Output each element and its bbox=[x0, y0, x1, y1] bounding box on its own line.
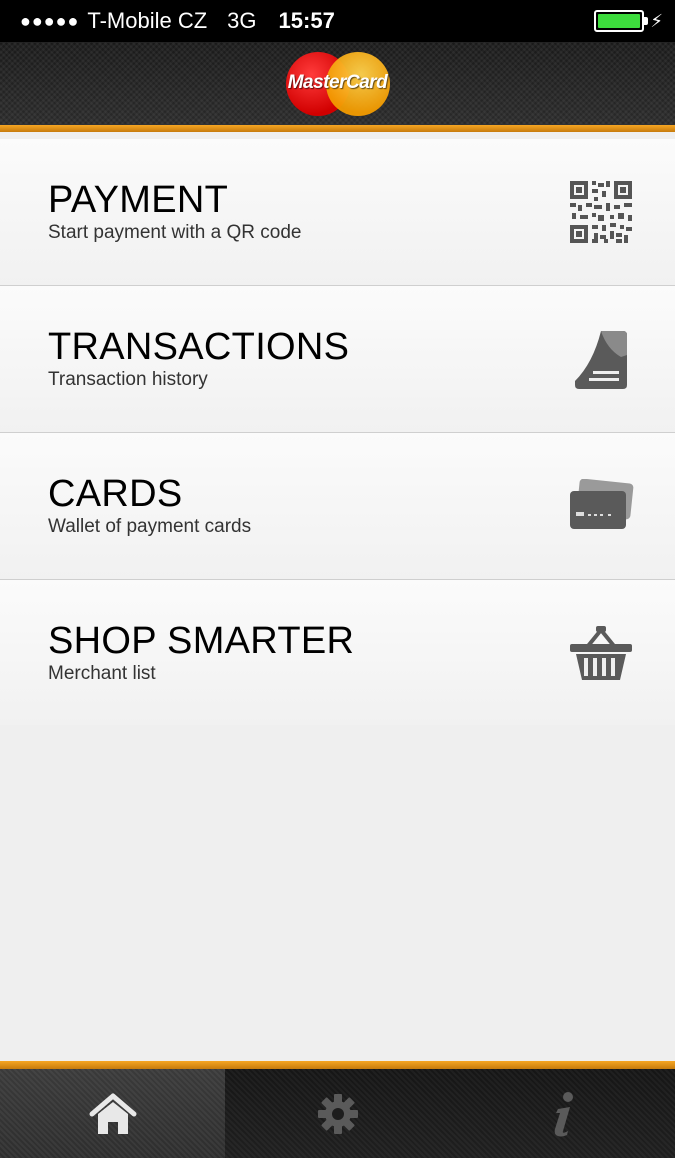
qr-code-icon bbox=[567, 178, 635, 246]
menu-item-payment[interactable]: PAYMENT Start payment with a QR code bbox=[0, 139, 675, 286]
tabbar-accent-bar bbox=[0, 1061, 675, 1069]
battery-full-icon bbox=[594, 10, 649, 32]
menu-item-transactions[interactable]: TRANSACTIONS Transaction history bbox=[0, 286, 675, 433]
menu-item-shop-smarter[interactable]: SHOP SMARTER Merchant list bbox=[0, 580, 675, 725]
battery-indicator: ⚡ bbox=[594, 10, 663, 32]
signal-strength-icon: ●●●●● bbox=[20, 10, 80, 31]
receipt-icon bbox=[567, 325, 635, 393]
header-accent-bar bbox=[0, 125, 675, 132]
app-header: MasterCard bbox=[0, 42, 675, 132]
status-left: ●●●●● T-Mobile CZ 3G 15:57 bbox=[20, 8, 335, 34]
network-type: 3G bbox=[227, 8, 257, 33]
gear-icon bbox=[317, 1093, 358, 1134]
logo-text: MasterCard bbox=[287, 72, 388, 93]
status-time: 15:57 bbox=[278, 8, 335, 33]
menu-item-cards[interactable]: CARDS Wallet of payment cards bbox=[0, 433, 675, 580]
main-menu: PAYMENT Start payment with a QR code TRA… bbox=[0, 139, 675, 725]
info-icon bbox=[554, 1091, 573, 1136]
status-bar: ●●●●● T-Mobile CZ 3G 15:57 ⚡ bbox=[0, 0, 675, 42]
mastercard-logo: MasterCard bbox=[285, 52, 390, 116]
cards-icon bbox=[567, 472, 635, 540]
carrier-name: T-Mobile CZ bbox=[87, 8, 208, 33]
basket-icon bbox=[567, 619, 635, 687]
tab-bar bbox=[0, 1069, 675, 1158]
tab-home[interactable] bbox=[0, 1069, 225, 1158]
charging-bolt-icon: ⚡ bbox=[650, 10, 663, 31]
home-icon bbox=[89, 1093, 136, 1134]
tab-info[interactable] bbox=[450, 1069, 675, 1158]
tab-settings[interactable] bbox=[225, 1069, 450, 1158]
